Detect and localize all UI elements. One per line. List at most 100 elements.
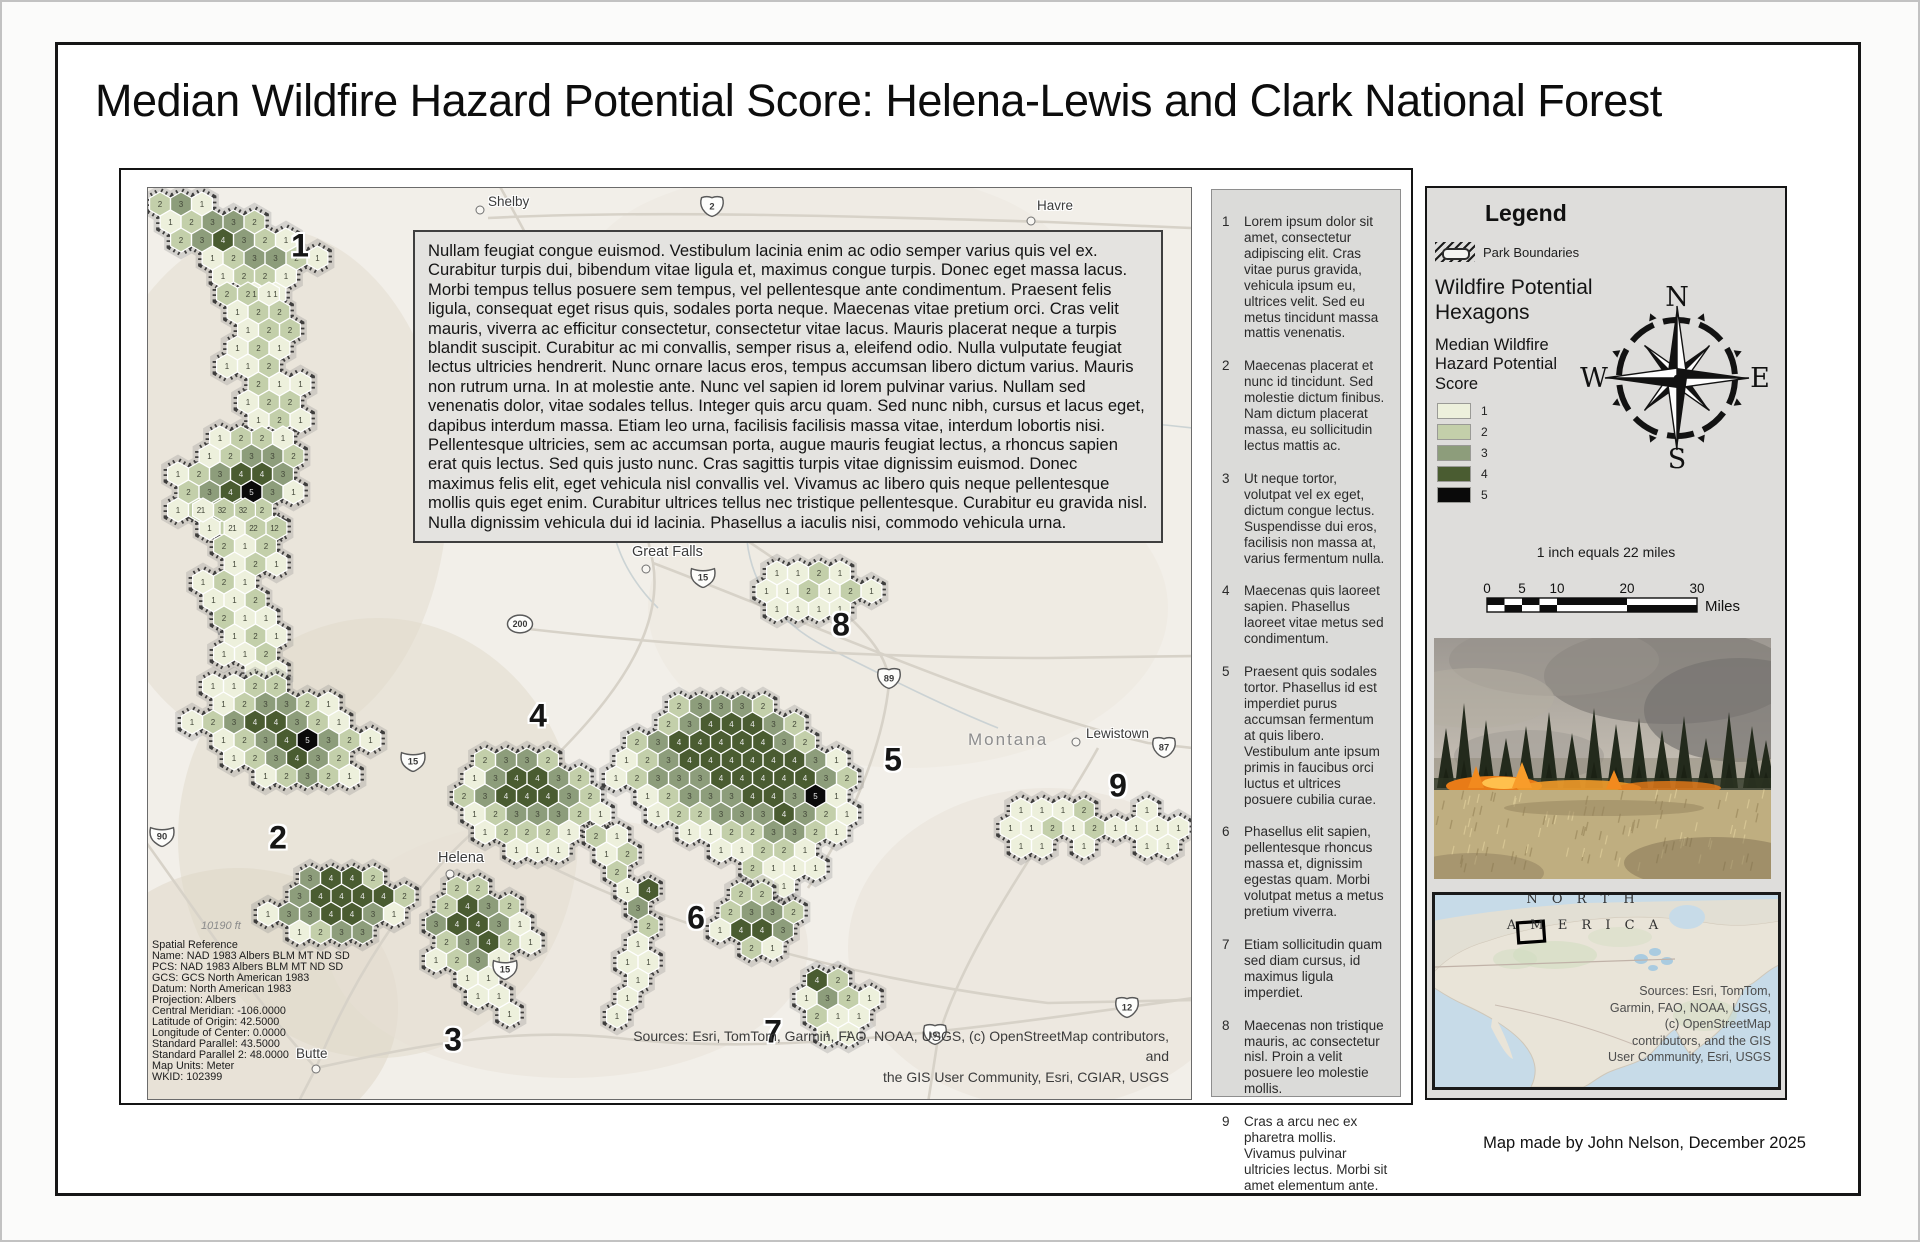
legend-class-swatch	[1437, 403, 1471, 419]
legend-sublayer-title: Median Wildfire Hazard Potential Score	[1435, 336, 1595, 394]
legend-class-label: 5	[1481, 488, 1488, 502]
svg-text:4: 4	[761, 738, 766, 747]
legend-class-row: 5	[1437, 484, 1488, 505]
svg-text:4: 4	[698, 738, 703, 747]
svg-text:2: 2	[666, 720, 671, 729]
svg-text:1: 1	[297, 928, 302, 937]
svg-text:2: 2	[1082, 806, 1087, 815]
svg-text:2: 2	[260, 506, 265, 515]
svg-text:2: 2	[750, 864, 755, 873]
svg-text:2: 2	[222, 614, 227, 623]
svg-text:1: 1	[1113, 824, 1118, 833]
svg-text:4: 4	[350, 874, 355, 883]
svg-text:1: 1	[243, 650, 248, 659]
svg-text:4: 4	[740, 774, 745, 783]
svg-text:4: 4	[708, 720, 713, 729]
svg-text:2: 2	[1050, 824, 1055, 833]
svg-text:1: 1	[1019, 806, 1024, 815]
svg-text:1: 1	[718, 926, 723, 935]
svg-text:1: 1	[598, 810, 603, 819]
svg-text:2: 2	[507, 938, 512, 947]
svg-text:3: 3	[771, 720, 776, 729]
svg-text:2: 2	[267, 398, 272, 407]
note-text: Cras a arcu nec ex pharetra mollis. Viva…	[1244, 1114, 1388, 1194]
svg-text:4: 4	[546, 792, 551, 801]
svg-text:4: 4	[708, 756, 713, 765]
svg-text:4: 4	[514, 774, 519, 783]
svg-text:2: 2	[242, 700, 247, 709]
note-number: 3	[1222, 471, 1244, 567]
svg-text:4: 4	[381, 892, 386, 901]
svg-text:4: 4	[504, 792, 509, 801]
svg-text:1: 1	[775, 605, 780, 614]
svg-text:87: 87	[1159, 743, 1169, 753]
note-item: 5Praesent quis sodales tortor. Phasellus…	[1222, 664, 1388, 807]
svg-text:N O R T H: N O R T H	[1526, 895, 1639, 907]
svg-text:1: 1	[764, 587, 769, 596]
svg-text:3: 3	[803, 810, 808, 819]
svg-text:E: E	[1750, 363, 1770, 394]
svg-text:1: 1	[232, 560, 237, 569]
svg-text:3: 3	[360, 928, 365, 937]
svg-text:2: 2	[677, 702, 682, 711]
svg-text:2: 2	[239, 434, 244, 443]
svg-text:1: 1	[770, 944, 775, 953]
svg-text:1: 1	[347, 772, 352, 781]
svg-text:2: 2	[846, 994, 851, 1003]
map-viewport: ScapegoatWilderness231123322343211233211…	[147, 187, 1192, 1100]
svg-text:4: 4	[782, 774, 787, 783]
svg-text:2: 2	[267, 362, 272, 371]
svg-text:3: 3	[483, 792, 488, 801]
svg-text:2: 2	[455, 884, 460, 893]
svg-text:1: 1	[636, 976, 641, 985]
svg-text:3: 3	[465, 938, 470, 947]
svg-text:2: 2	[504, 828, 509, 837]
cluster-label: 3	[444, 1022, 462, 1059]
svg-text:200: 200	[513, 619, 528, 629]
cluster-label: 9	[1109, 768, 1127, 805]
svg-text:1: 1	[624, 756, 629, 765]
svg-text:Miles: Miles	[1705, 598, 1740, 615]
svg-text:1: 1	[434, 956, 439, 965]
svg-text:2: 2	[760, 890, 765, 899]
svg-text:1: 1	[625, 994, 630, 1003]
note-item: 3Ut neque tortor, volutpat vel ex eget, …	[1222, 471, 1388, 567]
svg-text:1: 1	[1040, 806, 1045, 815]
svg-text:2: 2	[186, 488, 191, 497]
svg-text:4: 4	[465, 902, 470, 911]
note-number: 1	[1222, 214, 1244, 341]
svg-text:1: 1	[625, 886, 630, 895]
svg-text:3: 3	[514, 810, 519, 819]
svg-text:1: 1	[615, 1012, 620, 1021]
cluster-label: 2	[269, 820, 287, 857]
svg-text:2: 2	[677, 810, 682, 819]
svg-text:1: 1	[740, 846, 745, 855]
svg-text:1: 1	[243, 542, 248, 551]
svg-text:3: 3	[339, 928, 344, 937]
elevation-label: 10190 ft	[201, 920, 241, 932]
legend-panel: Legend Park Boundaries Wildfire Potentia…	[1425, 186, 1787, 1100]
svg-text:1: 1	[232, 682, 237, 691]
note-number: 2	[1222, 358, 1244, 454]
note-item: 9Cras a arcu nec ex pharetra mollis. Viv…	[1222, 1114, 1388, 1194]
svg-text:N: N	[1665, 282, 1689, 313]
svg-text:2: 2	[211, 718, 216, 727]
svg-text:4: 4	[687, 756, 692, 765]
svg-text:2: 2	[256, 380, 261, 389]
note-number: 4	[1222, 583, 1244, 647]
svg-text:2: 2	[645, 756, 650, 765]
note-item: 1Lorem ipsum dolor sit amet, consectetur…	[1222, 214, 1388, 341]
svg-text:1: 1	[392, 910, 397, 919]
svg-text:3: 3	[493, 774, 498, 783]
svg-text:1: 1	[497, 992, 502, 1001]
svg-text:4: 4	[239, 470, 244, 479]
svg-text:1: 1	[235, 308, 240, 317]
svg-text:1: 1	[507, 1010, 512, 1019]
spatial-reference: Spatial Reference Name: NAD 1983 Albers …	[152, 940, 350, 1083]
svg-text:2: 2	[729, 828, 734, 837]
svg-text:2: 2	[577, 774, 582, 783]
park-boundaries-label: Park Boundaries	[1483, 245, 1579, 260]
svg-text:1: 1	[221, 272, 226, 281]
note-item: 8Maecenas non tristique mauris, ac conse…	[1222, 1018, 1388, 1098]
state-label: Montana	[968, 730, 1048, 750]
